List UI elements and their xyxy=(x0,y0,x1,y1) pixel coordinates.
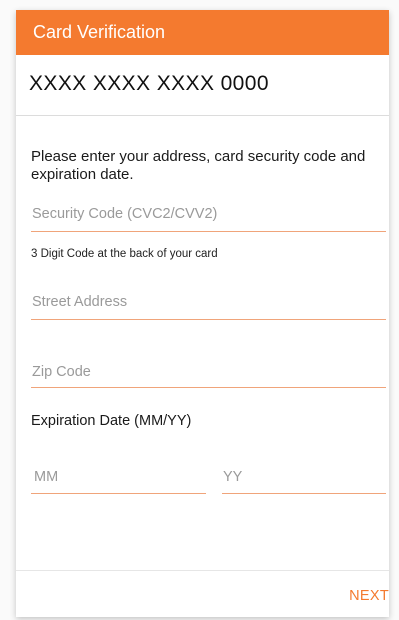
expiration-year-field[interactable]: YY xyxy=(222,464,386,494)
card-verification-dialog: Card Verification XXXX XXXX XXXX 0000 Pl… xyxy=(16,10,389,617)
screen: Card Verification XXXX XXXX XXXX 0000 Pl… xyxy=(0,0,399,620)
dialog-title: Card Verification xyxy=(33,22,166,42)
security-code-placeholder: Security Code (CVC2/CVV2) xyxy=(32,206,218,222)
security-code-field[interactable]: Security Code (CVC2/CVV2) xyxy=(31,201,386,232)
street-address-placeholder: Street Address xyxy=(32,294,128,310)
expiration-month-placeholder: MM xyxy=(34,469,59,485)
instruction-text: Please enter your address, card security… xyxy=(31,148,366,183)
security-code-hint: 3 Digit Code at the back of your card xyxy=(31,248,218,260)
dialog-header: Card Verification xyxy=(16,10,389,55)
zip-code-placeholder: Zip Code xyxy=(32,364,91,380)
next-button[interactable]: NEXT xyxy=(349,588,389,604)
expiration-date-label: Expiration Date (MM/YY) xyxy=(31,413,192,429)
masked-card-number: XXXX XXXX XXXX 0000 xyxy=(16,55,389,116)
zip-code-field[interactable]: Zip Code xyxy=(31,359,386,388)
expiration-month-field[interactable]: MM xyxy=(31,464,206,494)
expiration-year-placeholder: YY xyxy=(223,469,243,485)
street-address-field[interactable]: Street Address xyxy=(31,289,386,320)
dialog-footer: NEXT xyxy=(16,570,389,617)
form-body: Please enter your address, card security… xyxy=(16,148,389,184)
